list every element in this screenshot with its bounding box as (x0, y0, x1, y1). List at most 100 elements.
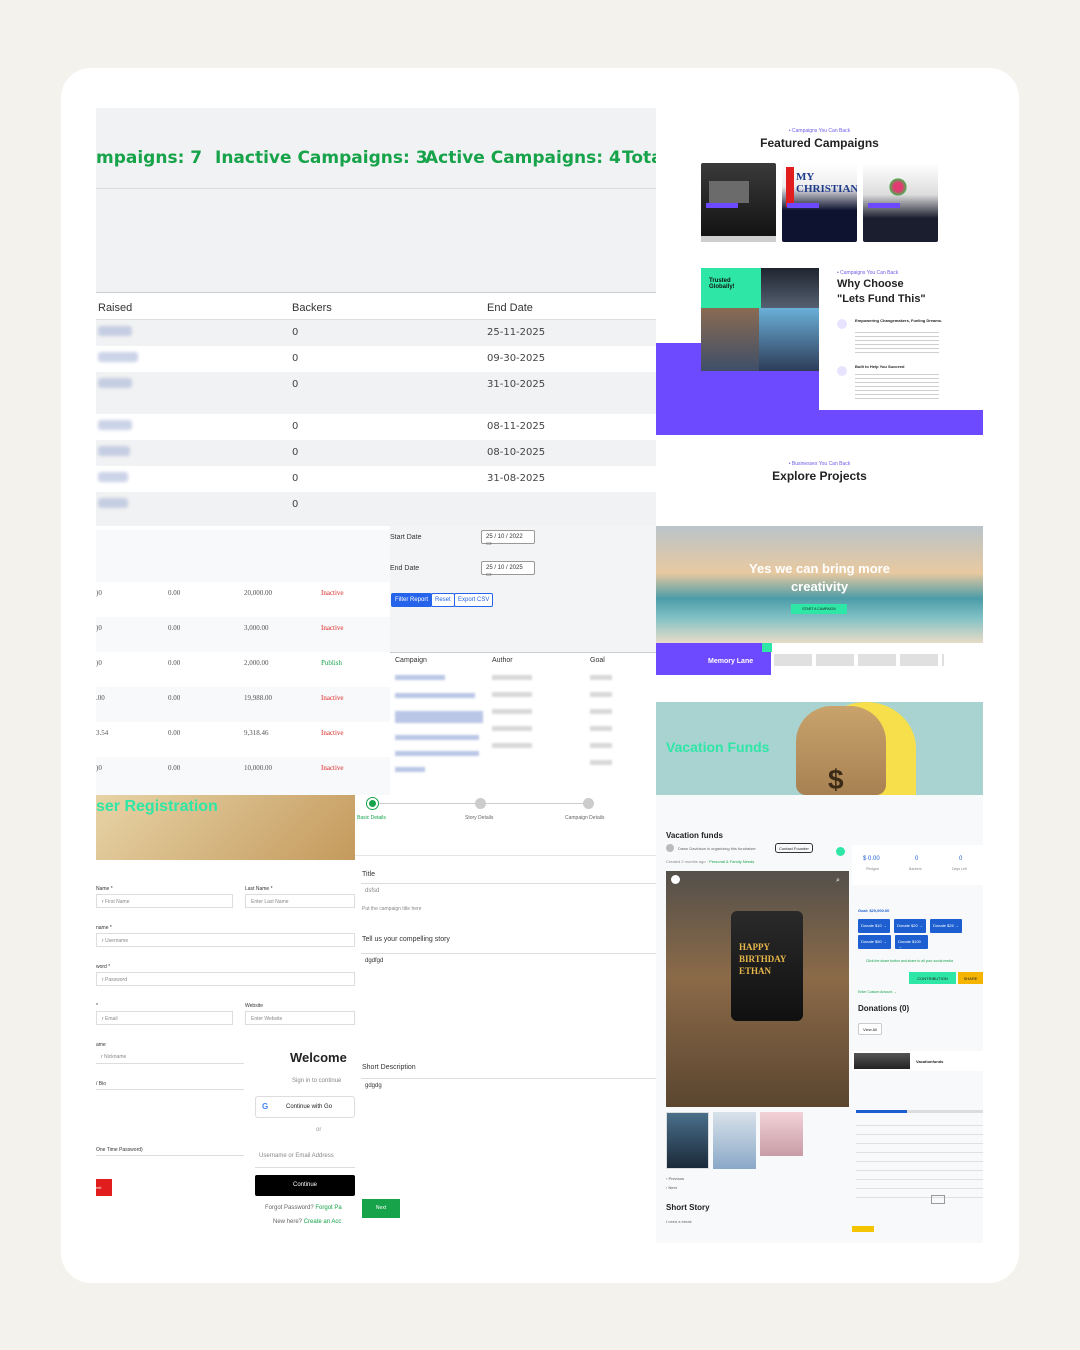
report-cell-c2: 0.00 (168, 659, 181, 667)
filter-report-button[interactable]: Filter Report (391, 593, 433, 607)
backers-cell: 0 (292, 473, 299, 484)
report-cell-status: Inactive (321, 694, 344, 702)
gallery-thumb-3[interactable] (760, 1112, 803, 1156)
vacation-funds-banner: $ Vacation Funds (656, 702, 983, 795)
table-row: 0 31-10-2025 (96, 372, 656, 414)
step-3-label: Campaign Details (565, 815, 605, 821)
pay-button[interactable] (852, 1226, 874, 1232)
backers-cell: 0 (292, 499, 299, 510)
custom-amount-link[interactable]: Enter Custom Amount → (858, 990, 897, 994)
campaign-image: HAPPY BIRTHDAY ETHAN ⌕ (666, 871, 849, 1107)
login-username-input[interactable]: Username or Email Address (255, 1146, 355, 1168)
reset-button[interactable]: Reset (431, 593, 455, 607)
login-box: Welcome Sign in to continue G Continue w… (244, 1045, 355, 1240)
heart-icon[interactable] (836, 847, 845, 856)
step-2-dot[interactable] (475, 798, 486, 809)
password-input[interactable]: r Password (96, 972, 355, 986)
registration-banner: ser Registration (96, 795, 355, 860)
short-story-text: I need a break (666, 1219, 692, 1224)
donate-20-button[interactable]: Donate $20 → (894, 919, 926, 933)
donate-100-button[interactable]: Donate $100 → (895, 935, 928, 949)
zoom-icon[interactable]: ⌕ (836, 877, 840, 885)
contact-founder-button[interactable]: Contact Founder (775, 843, 813, 853)
report-cell-status: Inactive (321, 764, 344, 772)
step-3-dot[interactable] (583, 798, 594, 809)
campaign-report-panel: )0 0.00 20,000.00 Inactive)0 0.00 3,000.00 Ina… (96, 530, 390, 795)
report-cell-c3: 2,000.00 (244, 659, 269, 667)
view-all-button[interactable]: View All (858, 1023, 882, 1035)
point2-title: Built to Help You Succeed (855, 364, 905, 369)
favorite-icon[interactable] (671, 875, 680, 884)
website-input[interactable]: Enter Website (245, 1011, 355, 1025)
related-campaign-card[interactable]: Vacationfunds (852, 1051, 983, 1071)
forgot-link[interactable]: Forgot Pa (315, 1205, 341, 1211)
continue-button[interactable]: Continue (255, 1175, 355, 1196)
upload-icon[interactable] (931, 1195, 945, 1204)
gallery-thumb-1[interactable] (666, 1112, 709, 1169)
backers-cell: 0 (292, 447, 299, 458)
donate-50-button[interactable]: Donate $50 → (858, 935, 891, 949)
hero-line2: creativity (790, 579, 849, 594)
end-date-cell: 25-11-2025 (487, 327, 546, 338)
end-date-cell: 31-10-2025 (487, 379, 546, 390)
first-name-label: Name * (96, 886, 113, 892)
report-cell-status: Inactive (321, 729, 344, 737)
contribution-button[interactable]: CONTRIBUTION (909, 972, 956, 984)
next-link[interactable]: › Next (666, 1185, 677, 1190)
end-date-cell: 31-08-2025 (487, 473, 546, 484)
registration-title: ser Registration (96, 798, 218, 815)
contribution-form (856, 1125, 983, 1205)
email-input[interactable]: r Email (96, 1011, 233, 1025)
memory-lane-label: Memory Lane (708, 658, 754, 665)
campaign-card-2[interactable]: MY CHRISTIAN (782, 163, 857, 242)
export-csv-button[interactable]: Export CSV (454, 593, 494, 607)
why-choose-text: • Campaigns You Can Back Why Choose "Let… (819, 268, 983, 410)
email-label: * (96, 1003, 98, 1009)
new-prefix: New here? (273, 1219, 303, 1225)
campaign-story-form: Basic Details Story Details Campaign Det… (355, 795, 656, 1232)
step-2-label: Story Details (465, 815, 494, 821)
featured-campaigns-section: • Campaigns You Can Back Featured Campai… (656, 108, 983, 438)
hero-line1: Yes we can bring more (749, 561, 890, 576)
donate-25-button[interactable]: Donate $25 → (930, 919, 962, 933)
start-campaign-button[interactable]: START A CAMPAIGN (791, 604, 847, 614)
google-icon: G (262, 1102, 269, 1111)
title-input[interactable]: dsfsd (361, 883, 656, 903)
story-textarea[interactable]: dgdfgd (361, 953, 656, 1029)
share-button[interactable]: SHARE (958, 972, 983, 984)
short-desc-textarea[interactable]: gdgdg (361, 1078, 656, 1188)
report-cell-c1: )0 (96, 659, 102, 667)
previous-link[interactable]: ‹ Previous (666, 1176, 684, 1181)
table-row: 0 09-30-2025 (96, 346, 656, 372)
total-campaigns-stat: mpaigns: 7 (96, 148, 203, 168)
donate-10-button[interactable]: Donate $10 → (858, 919, 890, 933)
table-row: 0 31-08-2025 (96, 466, 656, 492)
username-input[interactable]: r Username (96, 933, 355, 947)
last-name-input[interactable]: Enter Last Name (245, 894, 355, 908)
report-cell-c2: 0.00 (168, 729, 181, 737)
share-note: Click the share button and share to all … (866, 959, 953, 963)
google-button[interactable]: G Continue with Go (255, 1096, 355, 1118)
start-date-input[interactable]: 25 / 10 / 2022 ▭ (481, 530, 535, 547)
partner-logos (774, 654, 944, 666)
start-date-value: 25 / 10 / 2022 (486, 534, 523, 540)
report-row: )0 0.00 10,000.00 Inactive (96, 757, 390, 792)
campaign-card-3[interactable] (863, 163, 938, 242)
first-name-input[interactable]: r First Name (96, 894, 233, 908)
end-date-input[interactable]: 25 / 10 / 2025 ▭ (481, 561, 535, 578)
report-results-table: Campaign Author Goal (390, 652, 656, 795)
gallery-thumb-2[interactable] (713, 1112, 756, 1169)
table-row: 0 25-11-2025 (96, 320, 656, 346)
cake-text-line1: HAPPY (739, 942, 770, 952)
report-cell-status: Inactive (321, 589, 344, 597)
next-button[interactable]: Next (362, 1199, 400, 1218)
progress-track (856, 1110, 983, 1113)
create-account-link[interactable]: Create an Acc (304, 1219, 342, 1225)
nickname-input[interactable]: r Nickname (96, 1050, 244, 1064)
category-link[interactable]: Personal & Family Needs (709, 859, 754, 864)
col-raised: Raised (98, 302, 133, 314)
campaign-card-1[interactable] (701, 163, 776, 242)
submit-button[interactable]: mit (96, 1179, 112, 1196)
step-1-dot[interactable] (367, 798, 378, 809)
days-value: 0 (959, 856, 963, 862)
